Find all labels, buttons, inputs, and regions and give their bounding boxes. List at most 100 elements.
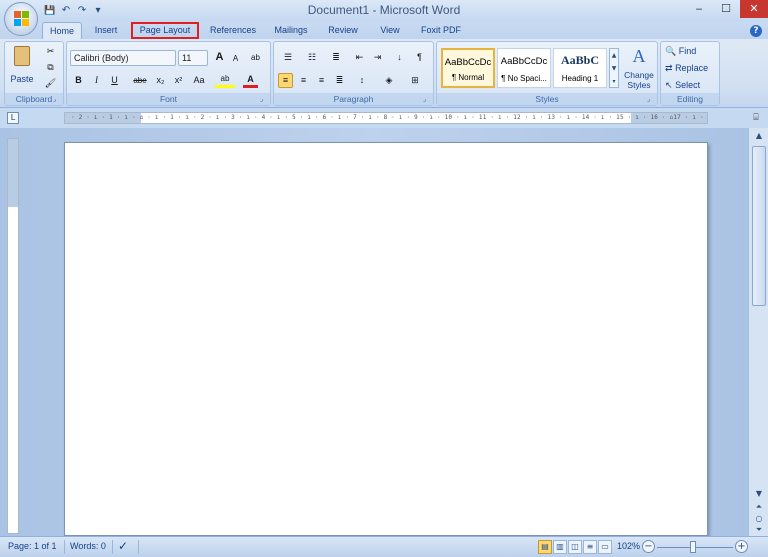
change-case-button[interactable]: Aa: [189, 73, 209, 88]
office-button[interactable]: [4, 2, 38, 36]
style-name: ¶ Normal: [451, 73, 485, 82]
tab-insert[interactable]: Insert: [86, 22, 126, 39]
zoom-level[interactable]: 102%: [617, 541, 640, 551]
align-right-icon[interactable]: ≡: [314, 73, 329, 88]
web-layout-icon[interactable]: ◫: [568, 540, 582, 554]
zoom-in-button[interactable]: +: [735, 540, 748, 553]
format-painter-icon[interactable]: 🖌: [43, 76, 58, 91]
vertical-scrollbar[interactable]: ▲ ▼ ⏶ ○ ⏷: [748, 128, 768, 536]
font-launcher-icon[interactable]: ⌟: [260, 95, 268, 103]
italic-button[interactable]: I: [89, 73, 104, 88]
align-left-icon[interactable]: ≡: [278, 73, 293, 88]
full-screen-reading-icon[interactable]: ▥: [553, 540, 567, 554]
paragraph-launcher-icon[interactable]: ⌟: [423, 95, 431, 103]
scroll-up-icon[interactable]: ▲: [752, 130, 766, 142]
tab-mailings[interactable]: Mailings: [266, 22, 316, 39]
editing-label: Editing: [661, 93, 719, 105]
vertical-ruler[interactable]: [7, 138, 19, 534]
print-layout-view-icon[interactable]: ▤: [538, 540, 552, 554]
horizontal-ruler[interactable]: · 2 · ı · 1 · ı · ⌂ · ı · 1 · ı · 2 · ı …: [64, 112, 708, 124]
zoom-out-button[interactable]: −: [642, 540, 655, 553]
decrease-indent-icon[interactable]: ⇤: [352, 50, 367, 65]
tab-references[interactable]: References: [204, 22, 262, 39]
replace-label: Replace: [675, 63, 709, 73]
style-normal[interactable]: AaBbCcDc ¶ Normal: [441, 48, 495, 88]
close-button[interactable]: ✕: [740, 0, 768, 18]
superscript-button[interactable]: x²: [171, 73, 186, 88]
font-size-select[interactable]: 11: [178, 50, 208, 66]
font-label: Font: [67, 93, 270, 105]
next-page-icon[interactable]: ⏷: [752, 524, 766, 536]
multilevel-list-icon[interactable]: ≣: [326, 50, 346, 65]
proofing-icon[interactable]: ✓: [118, 539, 128, 553]
select-button[interactable]: ↖ Select: [665, 78, 700, 93]
shading-icon[interactable]: ◈: [378, 73, 400, 88]
tab-view[interactable]: View: [370, 22, 410, 39]
change-styles-icon: A: [632, 46, 646, 66]
scroll-thumb[interactable]: [752, 146, 766, 306]
cut-icon[interactable]: ✂: [43, 44, 58, 59]
help-icon[interactable]: ?: [750, 25, 762, 37]
styles-scroll[interactable]: ▲ ▼ ▾: [609, 48, 619, 88]
increase-indent-icon[interactable]: ⇥: [370, 50, 385, 65]
numbering-icon[interactable]: ☷: [302, 50, 322, 65]
status-separator: [112, 540, 113, 554]
minimize-button[interactable]: ‒: [686, 0, 712, 18]
scroll-down-icon[interactable]: ▼: [752, 488, 766, 500]
page-count[interactable]: Page: 1 of 1: [8, 541, 57, 551]
styles-label: Styles: [437, 93, 657, 105]
clipboard-launcher-icon[interactable]: ⌟: [53, 95, 61, 103]
shrink-font-button[interactable]: A: [228, 51, 243, 66]
paragraph-label: Paragraph: [274, 93, 433, 105]
change-styles-label: Change Styles: [624, 70, 654, 90]
bullets-icon[interactable]: ☰: [278, 50, 298, 65]
font-color-button[interactable]: A: [243, 73, 258, 88]
status-separator: [138, 540, 139, 554]
highlight-color-button[interactable]: ab: [215, 73, 235, 88]
title-bar: 💾 ↶ ↷ ▾ Document1 - Microsoft Word ‒ ☐ ✕: [0, 0, 768, 22]
borders-icon[interactable]: ⊞: [404, 73, 426, 88]
underline-button[interactable]: U: [107, 73, 122, 88]
subscript-button[interactable]: x₂: [153, 73, 168, 88]
style-name: ¶ No Spaci...: [501, 74, 547, 83]
clear-format-button[interactable]: ab: [248, 50, 263, 65]
tab-review[interactable]: Review: [320, 22, 366, 39]
font-name-select[interactable]: Calibri (Body): [70, 50, 176, 66]
sort-icon[interactable]: ↓: [392, 50, 407, 65]
zoom-slider-thumb[interactable]: [690, 541, 696, 553]
word-count[interactable]: Words: 0: [70, 541, 106, 551]
document-page[interactable]: [64, 142, 708, 536]
style-no-spacing[interactable]: AaBbCcDc ¶ No Spaci...: [497, 48, 551, 88]
ruler-ticks: · 2 · ı · 1 · ı · ⌂ · ı · 1 · ı · 2 · ı …: [71, 114, 707, 121]
align-center-icon[interactable]: ≡: [296, 73, 311, 88]
tab-home[interactable]: Home: [42, 22, 82, 39]
change-styles-button[interactable]: A Change Styles: [621, 44, 657, 92]
replace-icon: ⇄: [665, 63, 673, 73]
paragraph-group: ☰ ☷ ≣ ⇤ ⇥ ↓ ¶ ≡ ≡ ≡ ≣ ↕ ◈ ⊞ Paragraph ⌟: [273, 41, 434, 106]
vertical-ruler-margin: [8, 139, 18, 207]
justify-icon[interactable]: ≣: [332, 73, 347, 88]
line-spacing-icon[interactable]: ↕: [352, 73, 372, 88]
horizontal-ruler-area: L · 2 · ı · 1 · ı · ⌂ · ı · 1 · ı · 2 · …: [0, 108, 768, 128]
maximize-button[interactable]: ☐: [713, 0, 739, 18]
replace-button[interactable]: ⇄ Replace: [665, 61, 708, 76]
tab-page-layout[interactable]: Page Layout: [131, 22, 199, 39]
strikethrough-button[interactable]: abe: [129, 73, 151, 88]
tab-selector[interactable]: L: [7, 112, 19, 124]
style-sample: AaBbCcDc: [500, 56, 548, 67]
view-ruler-icon[interactable]: ⌸: [750, 112, 762, 124]
grow-font-button[interactable]: A: [212, 50, 227, 65]
style-heading-1[interactable]: AaBbC Heading 1: [553, 48, 607, 88]
paste-label: Paste: [10, 74, 34, 84]
paste-button[interactable]: Paste: [9, 44, 35, 90]
tab-foxit-pdf[interactable]: Foxit PDF: [414, 22, 468, 39]
styles-launcher-icon[interactable]: ⌟: [647, 95, 655, 103]
outline-view-icon[interactable]: ≡: [583, 540, 597, 554]
bold-button[interactable]: B: [71, 73, 86, 88]
show-marks-icon[interactable]: ¶: [412, 50, 427, 65]
find-button[interactable]: 🔍 Find: [665, 44, 696, 59]
draft-view-icon[interactable]: ▭: [598, 540, 612, 554]
previous-page-icon[interactable]: ⏶: [752, 501, 766, 513]
copy-icon[interactable]: ⧉: [43, 60, 58, 75]
styles-group: AaBbCcDc ¶ Normal AaBbCcDc ¶ No Spaci...…: [436, 41, 658, 106]
